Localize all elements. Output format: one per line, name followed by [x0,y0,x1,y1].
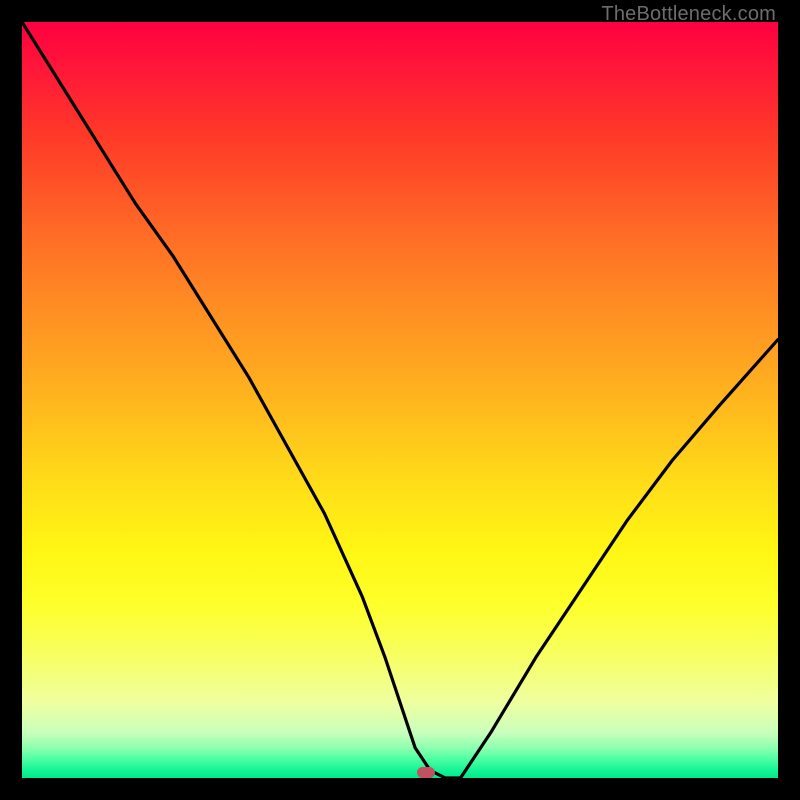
chart-container: TheBottleneck.com [0,0,800,800]
heatmap-gradient [22,22,778,778]
optimal-marker [417,767,435,778]
plot-area [22,22,778,778]
